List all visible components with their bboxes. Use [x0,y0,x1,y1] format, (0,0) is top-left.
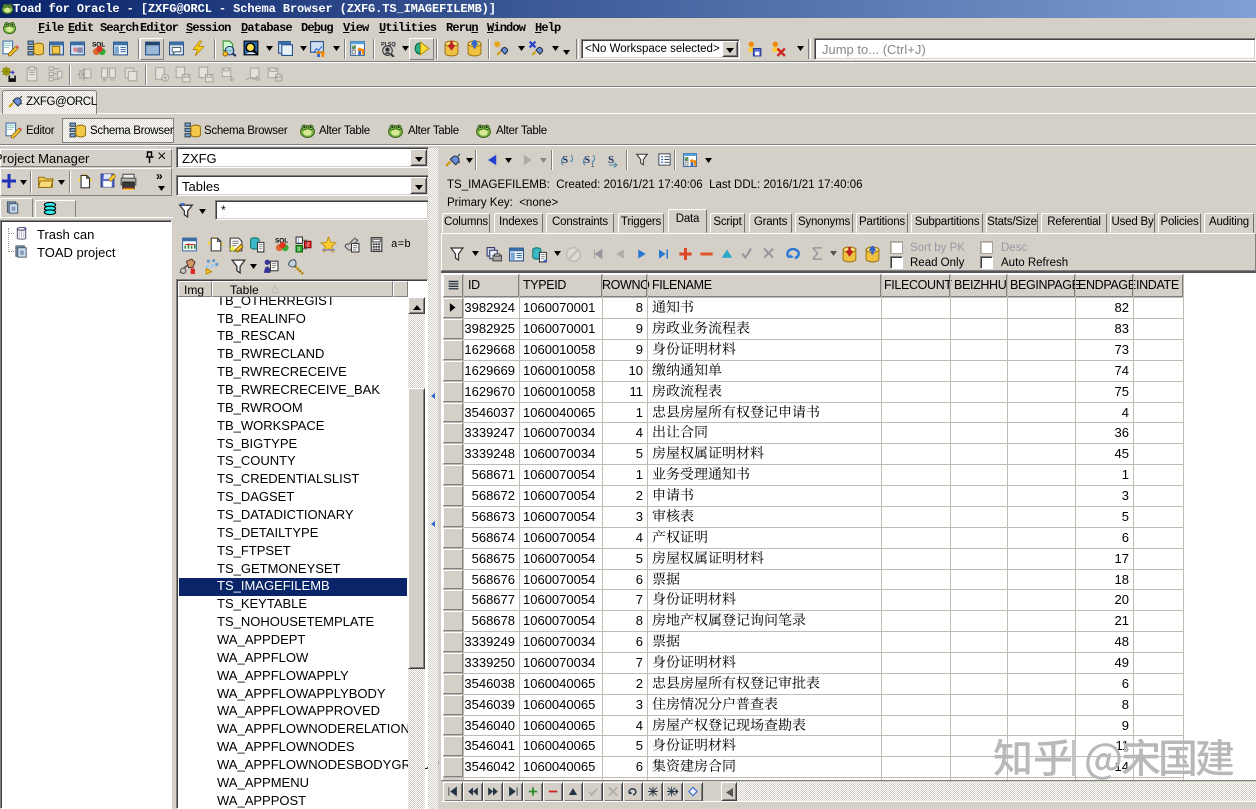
svg-text:1: 1 [297,238,300,244]
svg-text:S: S [608,154,614,166]
svg-text:3: 3 [297,247,300,253]
svg-text:1: 1 [591,163,595,168]
